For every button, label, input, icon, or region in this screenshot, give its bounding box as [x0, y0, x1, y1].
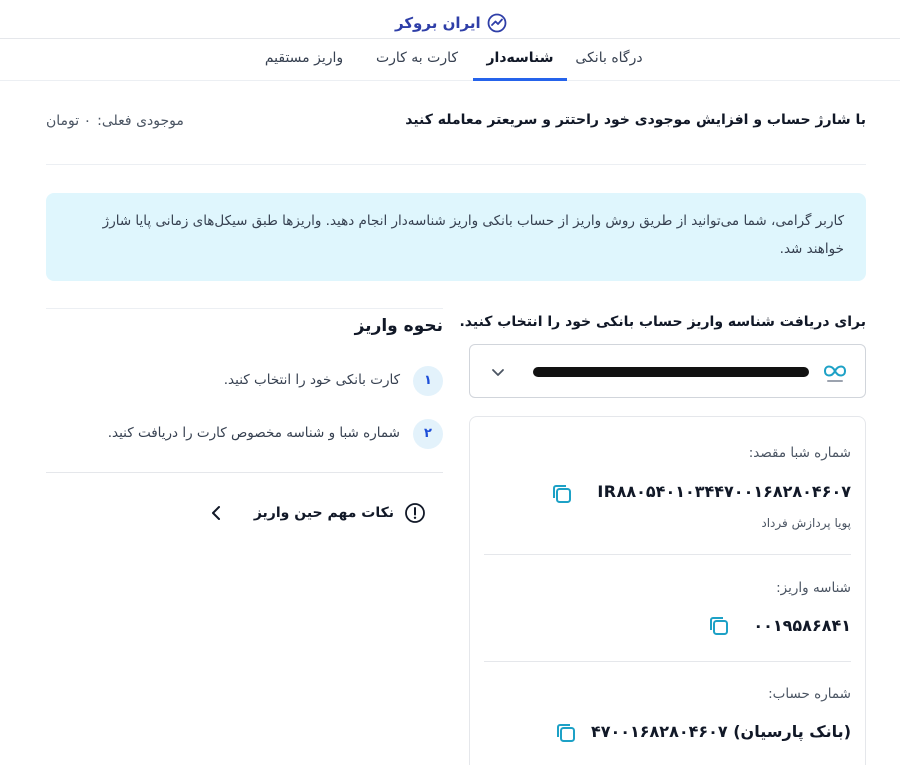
- tab-card-to-card[interactable]: کارت به کارت: [372, 40, 462, 81]
- divider: [484, 554, 851, 555]
- deposit-id-value: ۰۰۱۹۵۸۶۸۴۱: [753, 616, 851, 635]
- info-alert: کاربر گرامی، شما می‌توانید از طریق روش و…: [46, 193, 866, 281]
- sheba-owner: پویا پردازش فرداد: [761, 516, 851, 530]
- watermark-text: ایران بروکر: [395, 14, 481, 32]
- account-select-title: برای دریافت شناسه واریز حساب بانکی خود ر…: [459, 314, 866, 330]
- divider: [484, 661, 851, 662]
- account-number-value: ۴۷۰۰۱۶۸۲۸۰۴۶۰۷ (بانک پارسیان): [590, 722, 851, 741]
- deposit-details-card: شماره شبا مقصد: IR۸۸۰۵۴۰۱۰۳۴۴۷۰۰۱۶۸۲۸۰۴۶…: [469, 416, 866, 765]
- account-number-label: شماره حساب:: [768, 686, 851, 702]
- tab-bank-gateway[interactable]: درگاه بانکی: [566, 40, 652, 81]
- deposit-id-label: شناسه واریز:: [776, 580, 851, 596]
- top-bar: ایران بروکر: [0, 0, 900, 39]
- step-number-2: ۲: [413, 419, 443, 449]
- step-text-1: کارت بانکی خود را انتخاب کنید.: [223, 372, 400, 388]
- chevron-down-icon: [492, 369, 504, 376]
- bank-account-select[interactable]: [469, 344, 866, 398]
- important-tips-toggle[interactable]: نکات مهم حین واریز: [211, 500, 426, 526]
- info-circle-icon: [405, 503, 425, 523]
- tab-direct-deposit[interactable]: واریز مستقیم: [258, 40, 350, 81]
- intro-text: با شارژ حساب و افزایش موجودی خود راحتتر …: [405, 112, 866, 128]
- bank-logo-icon: [823, 365, 847, 382]
- sheba-label: شماره شبا مقصد:: [748, 445, 851, 461]
- sheba-value: IR۸۸۰۵۴۰۱۰۳۴۴۷۰۰۱۶۸۲۸۰۴۶۰۷: [597, 482, 851, 501]
- tab-identified-deposit[interactable]: شناسه‌دار: [473, 40, 567, 81]
- step-number-1: ۱: [413, 366, 443, 396]
- masked-account-number: [533, 367, 809, 377]
- copy-deposit-id-icon[interactable]: [707, 614, 731, 638]
- divider: [46, 164, 866, 165]
- watermark-logo: ایران بروکر: [395, 13, 507, 33]
- divider: [46, 472, 443, 473]
- balance-label: موجودی فعلی:: [97, 113, 184, 129]
- divider: [46, 308, 443, 309]
- balance: موجودی فعلی: ۰ تومان: [46, 113, 184, 129]
- tab-bar: درگاه بانکی شناسه‌دار کارت به کارت واریز…: [0, 40, 900, 81]
- chart-trend-icon: [487, 13, 507, 33]
- important-tips-label: نکات مهم حین واریز: [253, 505, 394, 521]
- chevron-left-icon: [211, 506, 220, 520]
- copy-sheba-icon[interactable]: [550, 482, 574, 506]
- step-text-2: شماره شبا و شناسه مخصوص کارت را دریافت ک…: [107, 425, 400, 441]
- how-to-deposit-title: نحوه واریز: [354, 316, 443, 336]
- copy-account-number-icon[interactable]: [554, 721, 578, 745]
- balance-value: ۰ تومان: [46, 113, 92, 129]
